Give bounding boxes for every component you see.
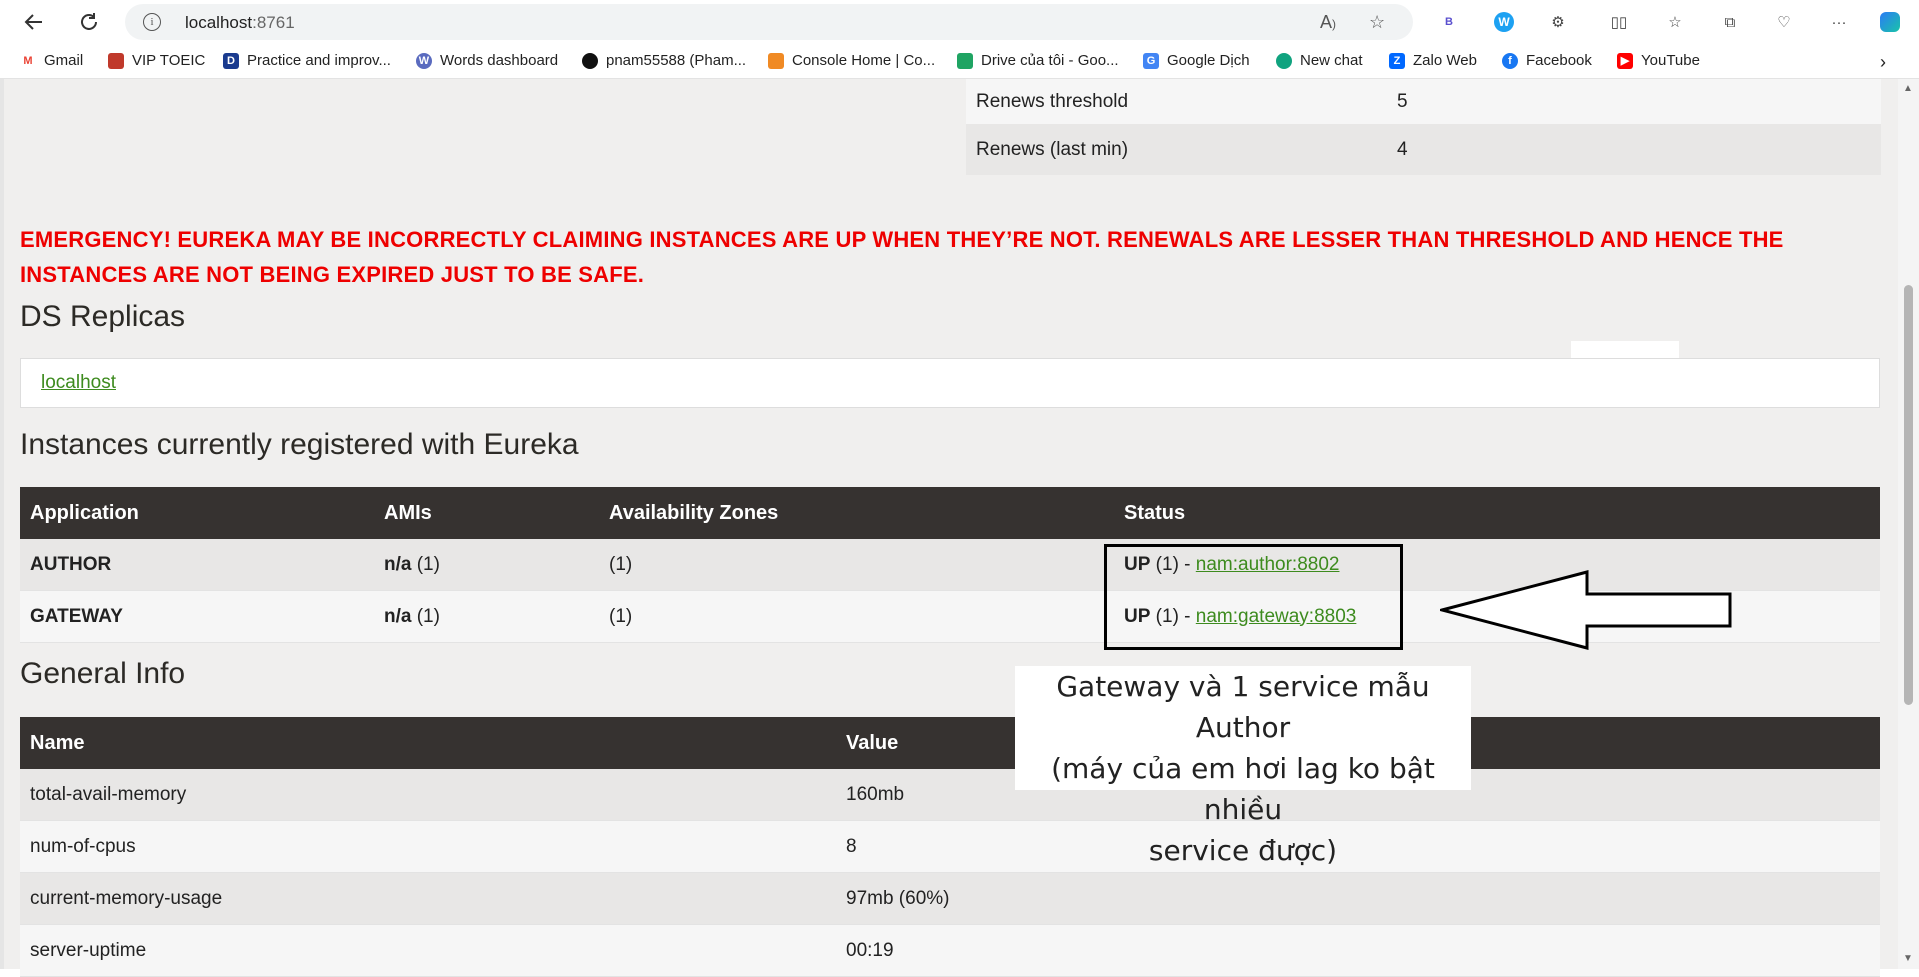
stat-value: 4 <box>1397 138 1408 160</box>
zalo-icon: Z <box>1389 52 1405 69</box>
ds-replicas-box: localhost <box>20 358 1880 408</box>
ami-cell: n/a (1) <box>374 590 599 643</box>
info-name: total-avail-memory <box>20 769 836 821</box>
column-header: Application <box>20 487 374 539</box>
stat-row-renews-last-min: Renews (last min) 4 <box>966 124 1881 175</box>
practice-icon: D <box>223 52 239 69</box>
copilot-icon[interactable] <box>1878 10 1902 34</box>
bookmark-youtube[interactable]: ▶ YouTube <box>1617 52 1700 69</box>
app-name: AUTHOR <box>20 539 374 591</box>
column-header: Status <box>1114 487 1880 539</box>
stat-row-renews-threshold: Renews threshold 5 <box>966 79 1881 124</box>
table-row: current-memory-usage 97mb (60%) <box>20 872 1880 925</box>
general-info-heading: General Info <box>20 657 186 690</box>
toeic-icon <box>108 52 124 69</box>
bookmarks-bar: M Gmail VIP TOEIC D Practice and improv...… <box>0 44 1919 79</box>
page-left-edge <box>0 79 4 969</box>
extension-w-icon[interactable]: W <box>1492 10 1516 34</box>
bookmark-gmail[interactable]: M Gmail <box>20 52 83 69</box>
google-translate-icon: G <box>1143 52 1159 69</box>
page-overlay-mark <box>1571 341 1679 359</box>
bookmark-zalo[interactable]: Z Zalo Web <box>1389 52 1477 69</box>
ds-replicas-heading: DS Replicas <box>20 300 186 333</box>
collections-icon[interactable]: ⧉ <box>1718 10 1742 34</box>
back-arrow-icon[interactable] <box>20 8 48 36</box>
site-info-icon[interactable]: i <box>143 13 161 31</box>
ami-cell: n/a (1) <box>374 539 599 591</box>
highlight-box <box>1104 544 1403 650</box>
bookmark-facebook[interactable]: f Facebook <box>1502 52 1592 69</box>
aws-cube-icon <box>768 52 784 69</box>
general-info-table: Name Value total-avail-memory 160mb num-… <box>20 717 1880 977</box>
column-header: Name <box>20 717 836 769</box>
bookmark-practice[interactable]: D Practice and improv... <box>223 52 391 69</box>
bookmark-github[interactable]: pnam55588 (Pham... <box>582 52 746 69</box>
annotation-caption: Gateway và 1 service mẫu Author (máy của… <box>1015 666 1471 867</box>
address-bar[interactable]: i localhost:8761 A) ☆ <box>125 4 1413 40</box>
caption-line: service được) <box>1148 834 1338 867</box>
github-icon <box>582 52 598 69</box>
zones-cell: (1) <box>599 590 1114 643</box>
zones-cell: (1) <box>599 539 1114 591</box>
split-screen-icon[interactable]: ▯▯ <box>1607 10 1631 34</box>
youtube-icon: ▶ <box>1617 52 1633 69</box>
annotation-arrow-icon <box>1440 570 1732 650</box>
bookmark-google-drive[interactable]: Drive của tôi - Goo... <box>957 52 1119 69</box>
bookmark-console-home[interactable]: Console Home | Co... <box>768 52 935 69</box>
instances-heading: Instances currently registered with Eure… <box>20 428 579 461</box>
url-text[interactable]: localhost:8761 <box>185 13 295 33</box>
google-drive-icon <box>957 52 973 69</box>
gmail-icon: M <box>20 52 36 69</box>
table-row: total-avail-memory 160mb <box>20 769 1880 821</box>
bookmark-google-translate[interactable]: G Google Dịch <box>1143 52 1250 69</box>
reload-icon[interactable] <box>75 8 103 36</box>
facebook-icon: f <box>1502 52 1518 69</box>
emergency-warning: EMERGENCY! EUREKA MAY BE INCORRECTLY CLA… <box>20 227 1784 287</box>
wordpress-icon: W <box>416 52 432 69</box>
column-header: AMIs <box>374 487 599 539</box>
table-row: num-of-cpus 8 <box>20 820 1880 873</box>
scroll-thumb[interactable] <box>1904 285 1913 705</box>
stat-value: 5 <box>1397 90 1408 112</box>
stat-key: Renews (last min) <box>976 138 1129 160</box>
extension-b-icon[interactable]: B <box>1437 10 1461 34</box>
general-header-row: Name Value <box>20 717 1880 769</box>
scroll-up-arrow-icon[interactable]: ▲ <box>1903 83 1913 94</box>
info-value: 97mb (60%) <box>836 872 1880 925</box>
stat-key: Renews threshold <box>976 90 1129 112</box>
bookmark-vip-toeic[interactable]: VIP TOEIC <box>108 52 205 69</box>
favorites-icon[interactable]: ☆ <box>1663 10 1687 34</box>
column-header: Availability Zones <box>599 487 1114 539</box>
browser-essentials-icon[interactable]: ♡ <box>1772 10 1796 34</box>
instances-header-row: Application AMIs Availability Zones Stat… <box>20 487 1880 539</box>
scroll-down-arrow-icon[interactable]: ▼ <box>1903 953 1913 964</box>
bookmarks-overflow-chevron-icon[interactable]: › <box>1880 52 1886 73</box>
app-name: GATEWAY <box>20 590 374 643</box>
renews-stats-table: Renews threshold 5 Renews (last min) 4 <box>966 79 1881 175</box>
extensions-puzzle-icon[interactable]: ⚙ <box>1546 10 1570 34</box>
favorite-star-icon[interactable]: ☆ <box>1369 12 1385 33</box>
caption-line: Gateway và 1 service mẫu Author <box>1056 670 1430 744</box>
read-aloud-icon[interactable]: A) <box>1320 12 1336 33</box>
bookmark-words-dashboard[interactable]: W Words dashboard <box>416 52 558 69</box>
browser-toolbar: i localhost:8761 A) ☆ B W ⚙ ▯▯ ☆ ⧉ ♡ ··· <box>0 0 1919 44</box>
bookmark-new-chat[interactable]: New chat <box>1276 52 1363 69</box>
info-name: current-memory-usage <box>20 872 836 925</box>
info-name: num-of-cpus <box>20 820 836 873</box>
replica-link-localhost[interactable]: localhost <box>41 372 116 394</box>
caption-line: (máy của em hơi lag ko bật nhiều <box>1051 752 1435 826</box>
vertical-scrollbar[interactable]: ▲ ▼ <box>1898 79 1919 969</box>
chatgpt-icon <box>1276 52 1292 69</box>
more-menu-icon[interactable]: ··· <box>1827 10 1851 34</box>
